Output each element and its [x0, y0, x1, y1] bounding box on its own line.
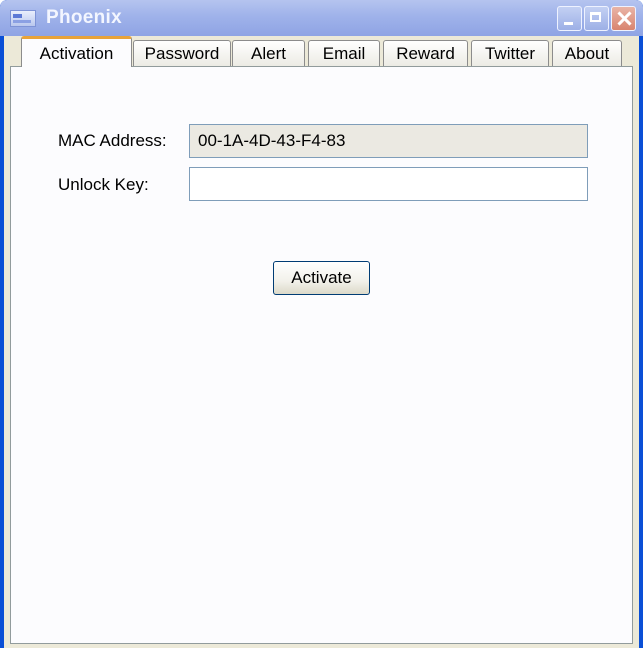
app-window: Phoenix Activation Password Alert Email … — [0, 0, 643, 648]
tab-reward[interactable]: Reward — [383, 40, 468, 66]
window-client-area: Activation Password Alert Email Reward T… — [4, 36, 639, 648]
unlock-key-label: Unlock Key: — [58, 175, 149, 194]
close-button[interactable] — [611, 6, 636, 31]
tab-about[interactable]: About — [552, 40, 622, 66]
tab-activation[interactable]: Activation — [21, 36, 132, 67]
activate-button[interactable]: Activate — [273, 261, 370, 295]
window-title: Phoenix — [46, 7, 123, 28]
maximize-button[interactable] — [584, 6, 609, 31]
tab-strip: Activation Password Alert Email Reward T… — [4, 36, 639, 67]
title-bar[interactable]: Phoenix — [0, 0, 643, 36]
mac-address-field: 00-1A-4D-43-F4-83 — [189, 124, 588, 158]
tab-password[interactable]: Password — [133, 40, 231, 66]
unlock-key-input[interactable] — [189, 167, 588, 201]
mac-address-label: MAC Address: — [58, 131, 167, 150]
tab-email[interactable]: Email — [308, 40, 380, 66]
tab-twitter[interactable]: Twitter — [471, 40, 549, 66]
minimize-button[interactable] — [557, 6, 582, 31]
tab-alert[interactable]: Alert — [232, 40, 305, 66]
activation-tab-page: MAC Address: 00-1A-4D-43-F4-83 Unlock Ke… — [10, 66, 633, 644]
app-icon[interactable] — [10, 10, 36, 27]
